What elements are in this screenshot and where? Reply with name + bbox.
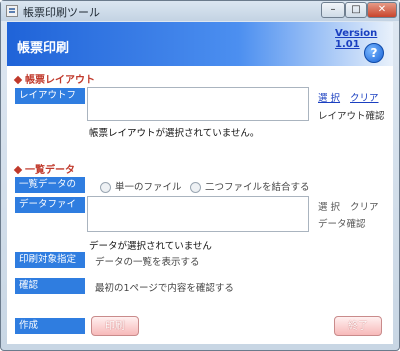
help-icon[interactable]: ? [364,43,384,63]
minimize-button[interactable]: – [321,2,345,18]
create-label: 作成 [15,318,85,334]
version-link[interactable]: Version 1.01 [335,28,393,50]
data-confirm-text: データ確認 [318,219,366,230]
print-button[interactable]: 印刷 [91,316,139,336]
layout-file-field[interactable] [87,87,309,121]
layout-select-link[interactable]: 選 択 [318,90,340,104]
radio-combine-icon[interactable] [190,182,201,193]
layout-status-text: 帳票レイアウトが選択されていません。 [89,128,260,139]
window-title: 帳票印刷ツール [23,6,100,19]
layout-confirm-text: レイアウト確認 [318,111,385,122]
header-band: 帳票印刷 Version 1.01 ? [7,22,393,66]
diamond-icon [13,165,23,175]
radio-combine-label: 二つファイルを結合する [205,182,310,193]
print-target-label: 印刷対象指定 [15,252,85,268]
list-heading-text: 一覧データ [25,165,75,176]
data-select-text[interactable]: 選 択 [318,199,340,213]
client-area: 帳票印刷 Version 1.01 ? 帳票レイアウト レイアウトファイル 選 … [7,22,393,344]
print-target-text: データの一覧を表示する [95,257,200,268]
layout-section-heading: 帳票レイアウト [13,71,95,86]
layout-heading-text: 帳票レイアウト [25,75,95,86]
close-button[interactable]: ✕ [367,2,397,18]
radio-single-icon[interactable] [100,182,111,193]
data-status-text: データが選択されていません [89,241,212,252]
data-file-field[interactable] [87,196,309,232]
list-section-heading: 一覧データ [13,161,75,176]
data-file-label: データファイル [15,197,85,226]
app-window: 帳票印刷ツール – □ ✕ 帳票印刷 Version 1.01 ? 帳票レイアウ… [0,0,400,351]
confirm-label: 確認 [15,278,85,294]
page-title: 帳票印刷 [17,41,70,56]
app-icon [6,5,18,17]
radio-single-file[interactable]: 単一のファイル [100,179,182,193]
layout-file-label: レイアウトファイル [15,88,85,117]
list-type-label: 一覧データの種類 [15,177,85,206]
radio-combine-files[interactable]: 二つファイルを結合する [190,179,310,193]
maximize-button[interactable]: □ [345,2,367,18]
confirm-description: 最初の1ページで内容を確認する [95,283,234,294]
radio-single-label: 単一のファイル [115,182,182,193]
title-bar[interactable]: 帳票印刷ツール – □ ✕ [1,1,399,21]
exit-button[interactable]: 終了 [334,316,382,336]
diamond-icon [13,75,23,85]
layout-clear-link[interactable]: クリア [350,90,379,104]
data-clear-text[interactable]: クリア [350,199,379,213]
